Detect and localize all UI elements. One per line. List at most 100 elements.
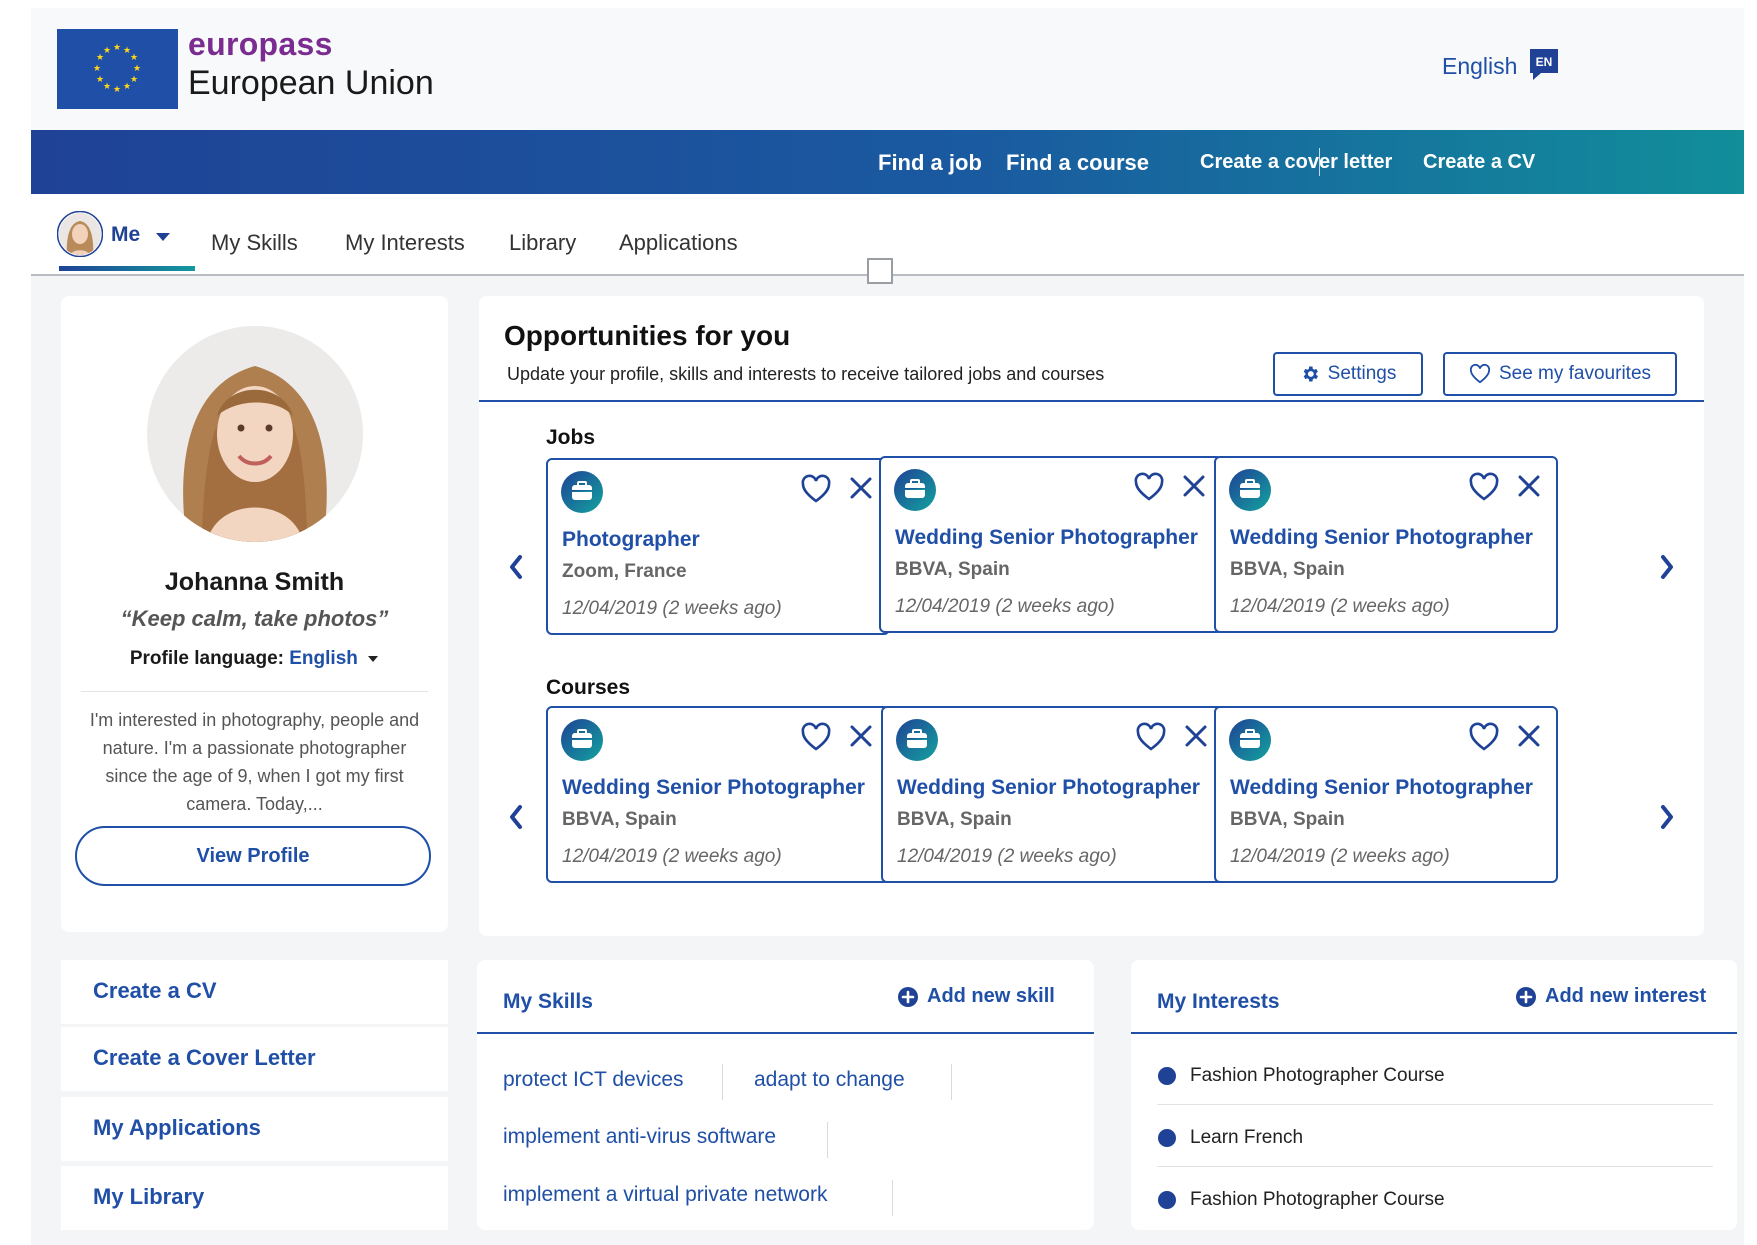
close-icon[interactable] bbox=[1516, 722, 1542, 750]
caret-down-icon[interactable] bbox=[367, 655, 379, 663]
my-skills-panel: My Skills Add new skill protect ICT devi… bbox=[477, 960, 1094, 1230]
section-rule bbox=[477, 1032, 1094, 1034]
profile-language: Profile language: English bbox=[61, 648, 448, 670]
see-favourites-button[interactable]: See my favourites bbox=[1443, 352, 1677, 396]
heart-icon[interactable] bbox=[1135, 722, 1167, 752]
close-icon[interactable] bbox=[848, 722, 874, 750]
job-organization: Zoom, France bbox=[562, 561, 687, 582]
quick-link-create-cover-letter[interactable]: Create a Cover Letter bbox=[61, 1027, 448, 1091]
tab-library[interactable]: Library bbox=[509, 230, 576, 256]
profile-language-value[interactable]: English bbox=[289, 648, 358, 669]
profile-card: Johanna Smith “Keep calm, take photos” P… bbox=[61, 296, 448, 932]
chevron-right-icon[interactable] bbox=[1656, 552, 1678, 582]
my-interests-title: My Interests bbox=[1157, 990, 1280, 1013]
settings-button[interactable]: Settings bbox=[1273, 352, 1423, 396]
nav-create-cv[interactable]: Create a CV bbox=[1423, 151, 1535, 174]
quick-link-my-applications[interactable]: My Applications bbox=[61, 1097, 448, 1161]
profile-photo bbox=[147, 326, 363, 542]
skill-tag[interactable]: protect ICT devices bbox=[503, 1068, 684, 1092]
course-organization: BBVA, Spain bbox=[1230, 809, 1345, 830]
opportunities-panel: Opportunities for you Update your profil… bbox=[479, 296, 1704, 936]
interest-item[interactable]: Learn French bbox=[1158, 1127, 1303, 1149]
close-icon[interactable] bbox=[1516, 472, 1542, 500]
job-title: Wedding Senior Photographer bbox=[1230, 526, 1533, 549]
add-new-skill-button[interactable]: Add new skill bbox=[897, 985, 1055, 1008]
bullet-icon bbox=[1158, 1191, 1176, 1209]
close-icon[interactable] bbox=[1183, 722, 1209, 750]
skill-tag[interactable]: adapt to change bbox=[754, 1068, 905, 1092]
close-icon[interactable] bbox=[848, 474, 874, 502]
nav-find-course[interactable]: Find a course bbox=[1006, 150, 1149, 176]
interest-label: Fashion Photographer Course bbox=[1190, 1189, 1445, 1210]
course-card[interactable]: Wedding Senior Photographer BBVA, Spain … bbox=[881, 706, 1225, 883]
quick-link-create-cv[interactable]: Create a CV bbox=[61, 960, 448, 1024]
settings-label: Settings bbox=[1327, 363, 1397, 384]
svg-text:★: ★ bbox=[113, 42, 121, 52]
briefcase-icon bbox=[896, 719, 938, 761]
chevron-right-icon[interactable] bbox=[1656, 802, 1678, 832]
interest-item[interactable]: Fashion Photographer Course bbox=[1158, 1065, 1445, 1087]
chevron-left-icon[interactable] bbox=[505, 552, 527, 582]
skill-tag[interactable]: implement a virtual private network bbox=[503, 1183, 827, 1207]
job-date: 12/04/2019 (2 weeks ago) bbox=[895, 596, 1115, 617]
heart-icon[interactable] bbox=[800, 474, 832, 504]
bullet-icon bbox=[1158, 1129, 1176, 1147]
briefcase-icon bbox=[561, 471, 603, 513]
interest-item[interactable]: Fashion Photographer Course bbox=[1158, 1189, 1445, 1211]
language-selector[interactable]: English bbox=[1442, 53, 1517, 80]
main-nav: Find a job Find a course Create a cover … bbox=[31, 130, 1744, 194]
quick-link-my-library[interactable]: My Library bbox=[61, 1166, 448, 1230]
brand-name: europass bbox=[188, 26, 333, 62]
profile-name: Johanna Smith bbox=[164, 568, 345, 596]
add-new-interest-button[interactable]: Add new interest bbox=[1515, 985, 1706, 1008]
heart-icon[interactable] bbox=[1468, 472, 1500, 502]
quick-link-label: My Library bbox=[93, 1184, 205, 1209]
eu-flag-logo[interactable]: ★ ★ ★ ★ ★ ★ ★ ★ ★ ★ ★ ★ bbox=[57, 29, 178, 109]
tab-my-skills[interactable]: My Skills bbox=[211, 230, 298, 256]
tab-me[interactable]: Me bbox=[57, 211, 195, 265]
site-header: ★ ★ ★ ★ ★ ★ ★ ★ ★ ★ ★ ★ europass Europea… bbox=[31, 8, 1744, 130]
add-new-interest-label: Add new interest bbox=[1545, 985, 1707, 1007]
language-badge-icon[interactable]: EN bbox=[1527, 46, 1561, 82]
job-title: Photographer bbox=[562, 528, 700, 551]
job-card[interactable]: Wedding Senior Photographer BBVA, Spain … bbox=[879, 456, 1223, 633]
quick-link-label: My Applications bbox=[93, 1115, 261, 1140]
svg-text:★: ★ bbox=[123, 81, 131, 91]
skill-separator bbox=[827, 1122, 828, 1158]
divider bbox=[1157, 1104, 1713, 1105]
interest-label: Learn French bbox=[1190, 1127, 1304, 1148]
course-card[interactable]: Wedding Senior Photographer BBVA, Spain … bbox=[546, 706, 890, 883]
bullet-icon bbox=[1158, 1067, 1176, 1085]
job-organization: BBVA, Spain bbox=[895, 559, 1010, 580]
course-organization: BBVA, Spain bbox=[897, 809, 1012, 830]
plus-circle-icon bbox=[1516, 986, 1536, 1007]
svg-text:★: ★ bbox=[130, 74, 138, 84]
skill-separator bbox=[722, 1064, 723, 1100]
section-rule bbox=[1131, 1032, 1737, 1034]
job-card[interactable]: Wedding Senior Photographer BBVA, Spain … bbox=[1214, 456, 1558, 633]
svg-text:★: ★ bbox=[130, 52, 138, 62]
svg-text:★: ★ bbox=[96, 74, 104, 84]
nav-create-cover-letter[interactable]: Create a cover letter bbox=[1200, 151, 1392, 174]
view-profile-button[interactable]: View Profile bbox=[75, 826, 431, 886]
job-card[interactable]: Photographer Zoom, France 12/04/2019 (2 … bbox=[546, 458, 890, 635]
tab-applications[interactable]: Applications bbox=[619, 230, 738, 256]
jobs-heading: Jobs bbox=[546, 426, 596, 449]
brand-subtitle: European Union bbox=[188, 64, 434, 102]
resize-handle[interactable] bbox=[867, 258, 893, 284]
add-new-skill-label: Add new skill bbox=[927, 985, 1055, 1007]
user-avatar bbox=[57, 211, 103, 257]
tab-my-interests[interactable]: My Interests bbox=[345, 230, 465, 256]
heart-icon[interactable] bbox=[1133, 472, 1165, 502]
chevron-left-icon[interactable] bbox=[505, 802, 527, 832]
heart-icon[interactable] bbox=[1468, 722, 1500, 752]
svg-text:★: ★ bbox=[93, 63, 101, 73]
skill-tag[interactable]: implement anti-virus software bbox=[503, 1125, 776, 1149]
course-title: Wedding Senior Photographer bbox=[562, 776, 865, 799]
nav-find-job[interactable]: Find a job bbox=[878, 150, 982, 176]
course-card[interactable]: Wedding Senior Photographer BBVA, Spain … bbox=[1214, 706, 1558, 883]
course-title: Wedding Senior Photographer bbox=[1230, 776, 1533, 799]
close-icon[interactable] bbox=[1181, 472, 1207, 500]
heart-icon[interactable] bbox=[800, 722, 832, 752]
my-skills-title: My Skills bbox=[503, 990, 593, 1013]
